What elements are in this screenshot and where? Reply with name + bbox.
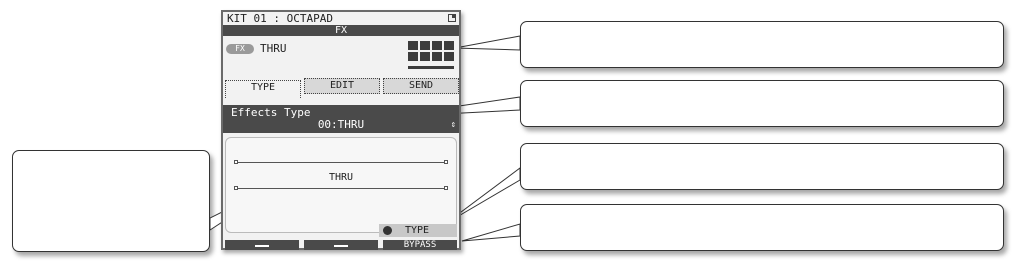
- up-mark-icon: [334, 242, 348, 247]
- graph-line-top: [234, 160, 448, 164]
- lcd-screen: KIT 01 : OCTAPAD FX FX THRU TYPE EDIT SE…: [221, 10, 461, 250]
- status-dot-icon: [383, 226, 392, 235]
- tab-bar: TYPE EDIT SEND: [223, 78, 459, 98]
- effect-graph: THRU: [225, 137, 457, 233]
- corner-icon: [448, 14, 456, 22]
- graph-line-bottom: [234, 186, 448, 190]
- bypass-button[interactable]: BYPASS: [383, 240, 457, 250]
- callout-leader-lines: [209, 35, 521, 242]
- effects-type-parameter[interactable]: Effects Type 00:THRU ⇕: [223, 105, 459, 133]
- down-mark-icon: [255, 242, 269, 247]
- parameter-label: Effects Type: [231, 106, 311, 119]
- tab-edit[interactable]: EDIT: [304, 78, 380, 94]
- parameter-value[interactable]: 00:THRU: [223, 119, 459, 131]
- pad-grid-icon: [406, 39, 456, 69]
- function-button-1[interactable]: [225, 240, 299, 250]
- tab-type[interactable]: TYPE: [225, 80, 301, 98]
- scroll-arrow-icon: ⇕: [450, 120, 456, 130]
- function-button-2[interactable]: [304, 240, 378, 250]
- fx-badge: FX: [226, 44, 254, 54]
- page-header: FX: [223, 25, 459, 36]
- tab-send[interactable]: SEND: [383, 78, 459, 94]
- kit-title-row: KIT 01 : OCTAPAD: [223, 12, 459, 25]
- type-status-label: TYPE: [405, 225, 430, 236]
- kit-title: KIT 01 : OCTAPAD: [227, 12, 333, 25]
- type-status: TYPE: [379, 224, 457, 237]
- fx-value: THRU: [260, 42, 287, 55]
- graph-label: THRU: [328, 172, 354, 183]
